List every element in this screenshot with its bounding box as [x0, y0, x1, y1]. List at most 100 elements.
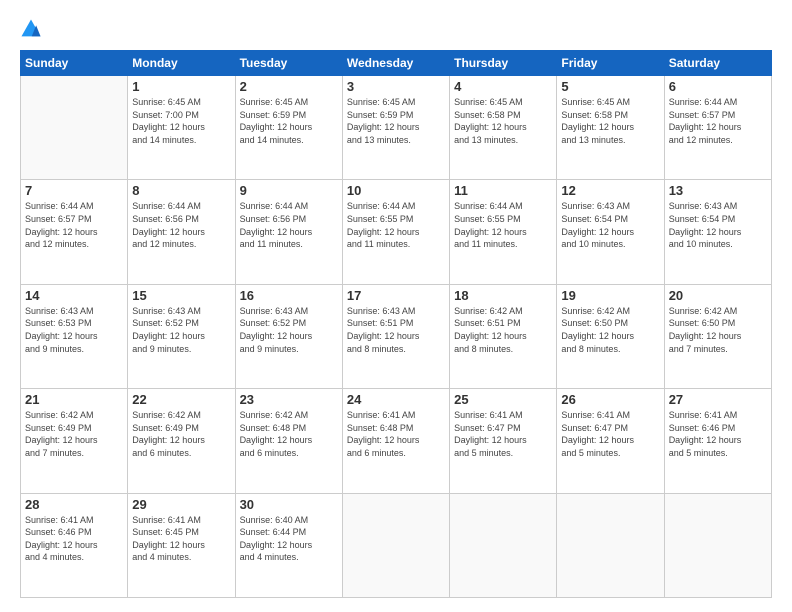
logo-area [20, 18, 46, 40]
calendar-table: SundayMondayTuesdayWednesdayThursdayFrid… [20, 50, 772, 598]
day-info: Sunrise: 6:41 AMSunset: 6:45 PMDaylight:… [132, 514, 230, 564]
week-row-4: 21 Sunrise: 6:42 AMSunset: 6:49 PMDayligh… [21, 389, 772, 493]
day-cell: 14Sunrise: 6:43 AMSunset: 6:53 PMDayligh… [21, 284, 128, 388]
day-number: 5 [561, 79, 659, 94]
day-number: 16 [240, 288, 338, 303]
day-info: Sunrise: 6:41 AMSunset: 6:48 PMDaylight:… [347, 409, 445, 459]
day-cell: 24 Sunrise: 6:41 AMSunset: 6:48 PMDayligh… [342, 389, 449, 493]
day-number: 25 [454, 392, 552, 407]
day-cell: 12 Sunrise: 6:43 AMSunset: 6:54 PMDayligh… [557, 180, 664, 284]
weekday-header-saturday: Saturday [664, 51, 771, 76]
day-number: 1 [132, 79, 230, 94]
day-info: Sunrise: 6:45 AMSunset: 6:58 PMDaylight:… [454, 96, 552, 146]
day-cell: 22Sunrise: 6:42 AMSunset: 6:49 PMDayligh… [128, 389, 235, 493]
day-info: Sunrise: 6:45 AMSunset: 7:00 PMDaylight:… [132, 96, 230, 146]
day-info: Sunrise: 6:44 AMSunset: 6:56 PMDaylight:… [132, 200, 230, 250]
weekday-header-tuesday: Tuesday [235, 51, 342, 76]
day-info: Sunrise: 6:44 AMSunset: 6:55 PMDaylight:… [454, 200, 552, 250]
day-info: Sunrise: 6:43 AMSunset: 6:52 PMDaylight:… [240, 305, 338, 355]
day-cell: 20 Sunrise: 6:42 AMSunset: 6:50 PMDayligh… [664, 284, 771, 388]
day-info: Sunrise: 6:42 AMSunset: 6:49 PMDaylight:… [25, 409, 123, 459]
day-info: Sunrise: 6:41 AMSunset: 6:47 PMDaylight:… [561, 409, 659, 459]
day-number: 29 [132, 497, 230, 512]
weekday-header-row: SundayMondayTuesdayWednesdayThursdayFrid… [21, 51, 772, 76]
day-cell: 27Sunrise: 6:41 AMSunset: 6:46 PMDayligh… [664, 389, 771, 493]
day-cell: 8 Sunrise: 6:44 AMSunset: 6:56 PMDaylight… [128, 180, 235, 284]
day-info: Sunrise: 6:43 AMSunset: 6:51 PMDaylight:… [347, 305, 445, 355]
day-number: 13 [669, 183, 767, 198]
day-cell: 15 Sunrise: 6:43 AMSunset: 6:52 PMDayligh… [128, 284, 235, 388]
day-number: 4 [454, 79, 552, 94]
day-info: Sunrise: 6:42 AMSunset: 6:48 PMDaylight:… [240, 409, 338, 459]
day-number: 8 [132, 183, 230, 198]
day-info: Sunrise: 6:45 AMSunset: 6:58 PMDaylight:… [561, 96, 659, 146]
day-number: 12 [561, 183, 659, 198]
header [20, 18, 772, 40]
day-info: Sunrise: 6:43 AMSunset: 6:54 PMDaylight:… [561, 200, 659, 250]
day-cell [21, 76, 128, 180]
day-cell: 16 Sunrise: 6:43 AMSunset: 6:52 PMDayligh… [235, 284, 342, 388]
week-row-2: 7 Sunrise: 6:44 AMSunset: 6:57 PMDaylight… [21, 180, 772, 284]
day-info: Sunrise: 6:44 AMSunset: 6:55 PMDaylight:… [347, 200, 445, 250]
weekday-header-friday: Friday [557, 51, 664, 76]
day-number: 10 [347, 183, 445, 198]
day-number: 14 [25, 288, 123, 303]
day-info: Sunrise: 6:43 AMSunset: 6:52 PMDaylight:… [132, 305, 230, 355]
day-info: Sunrise: 6:44 AMSunset: 6:57 PMDaylight:… [25, 200, 123, 250]
day-cell: 30 Sunrise: 6:40 AMSunset: 6:44 PMDayligh… [235, 493, 342, 597]
day-cell: 5 Sunrise: 6:45 AMSunset: 6:58 PMDaylight… [557, 76, 664, 180]
day-number: 15 [132, 288, 230, 303]
day-info: Sunrise: 6:41 AMSunset: 6:46 PMDaylight:… [25, 514, 123, 564]
day-number: 19 [561, 288, 659, 303]
day-number: 21 [25, 392, 123, 407]
day-cell: 1 Sunrise: 6:45 AMSunset: 7:00 PMDaylight… [128, 76, 235, 180]
day-cell: 13Sunrise: 6:43 AMSunset: 6:54 PMDayligh… [664, 180, 771, 284]
day-cell: 4 Sunrise: 6:45 AMSunset: 6:58 PMDaylight… [450, 76, 557, 180]
day-info: Sunrise: 6:41 AMSunset: 6:47 PMDaylight:… [454, 409, 552, 459]
day-number: 18 [454, 288, 552, 303]
day-cell: 7 Sunrise: 6:44 AMSunset: 6:57 PMDaylight… [21, 180, 128, 284]
day-info: Sunrise: 6:42 AMSunset: 6:50 PMDaylight:… [669, 305, 767, 355]
weekday-header-sunday: Sunday [21, 51, 128, 76]
day-number: 24 [347, 392, 445, 407]
calendar-page: SundayMondayTuesdayWednesdayThursdayFrid… [0, 0, 792, 612]
day-number: 9 [240, 183, 338, 198]
day-number: 20 [669, 288, 767, 303]
logo [20, 18, 46, 40]
day-cell: 9 Sunrise: 6:44 AMSunset: 6:56 PMDaylight… [235, 180, 342, 284]
day-cell: 11 Sunrise: 6:44 AMSunset: 6:55 PMDayligh… [450, 180, 557, 284]
day-cell [664, 493, 771, 597]
day-info: Sunrise: 6:40 AMSunset: 6:44 PMDaylight:… [240, 514, 338, 564]
day-info: Sunrise: 6:42 AMSunset: 6:50 PMDaylight:… [561, 305, 659, 355]
day-cell: 17 Sunrise: 6:43 AMSunset: 6:51 PMDayligh… [342, 284, 449, 388]
day-cell: 3Sunrise: 6:45 AMSunset: 6:59 PMDaylight… [342, 76, 449, 180]
day-number: 22 [132, 392, 230, 407]
day-number: 30 [240, 497, 338, 512]
day-number: 17 [347, 288, 445, 303]
week-row-1: 1 Sunrise: 6:45 AMSunset: 7:00 PMDaylight… [21, 76, 772, 180]
weekday-header-monday: Monday [128, 51, 235, 76]
day-number: 27 [669, 392, 767, 407]
day-cell [557, 493, 664, 597]
day-cell [342, 493, 449, 597]
day-cell [450, 493, 557, 597]
day-number: 11 [454, 183, 552, 198]
day-number: 26 [561, 392, 659, 407]
day-number: 2 [240, 79, 338, 94]
day-info: Sunrise: 6:45 AMSunset: 6:59 PMDaylight:… [240, 96, 338, 146]
day-info: Sunrise: 6:44 AMSunset: 6:57 PMDaylight:… [669, 96, 767, 146]
day-cell: 21 Sunrise: 6:42 AMSunset: 6:49 PMDayligh… [21, 389, 128, 493]
day-info: Sunrise: 6:44 AMSunset: 6:56 PMDaylight:… [240, 200, 338, 250]
day-number: 7 [25, 183, 123, 198]
day-cell: 28 Sunrise: 6:41 AMSunset: 6:46 PMDayligh… [21, 493, 128, 597]
day-cell: 6 Sunrise: 6:44 AMSunset: 6:57 PMDaylight… [664, 76, 771, 180]
day-cell: 29 Sunrise: 6:41 AMSunset: 6:45 PMDayligh… [128, 493, 235, 597]
day-number: 28 [25, 497, 123, 512]
day-cell: 19 Sunrise: 6:42 AMSunset: 6:50 PMDayligh… [557, 284, 664, 388]
day-number: 6 [669, 79, 767, 94]
logo-icon [20, 18, 42, 40]
day-cell: 25 Sunrise: 6:41 AMSunset: 6:47 PMDayligh… [450, 389, 557, 493]
day-info: Sunrise: 6:42 AMSunset: 6:51 PMDaylight:… [454, 305, 552, 355]
day-cell: 2 Sunrise: 6:45 AMSunset: 6:59 PMDaylight… [235, 76, 342, 180]
week-row-3: 14Sunrise: 6:43 AMSunset: 6:53 PMDayligh… [21, 284, 772, 388]
